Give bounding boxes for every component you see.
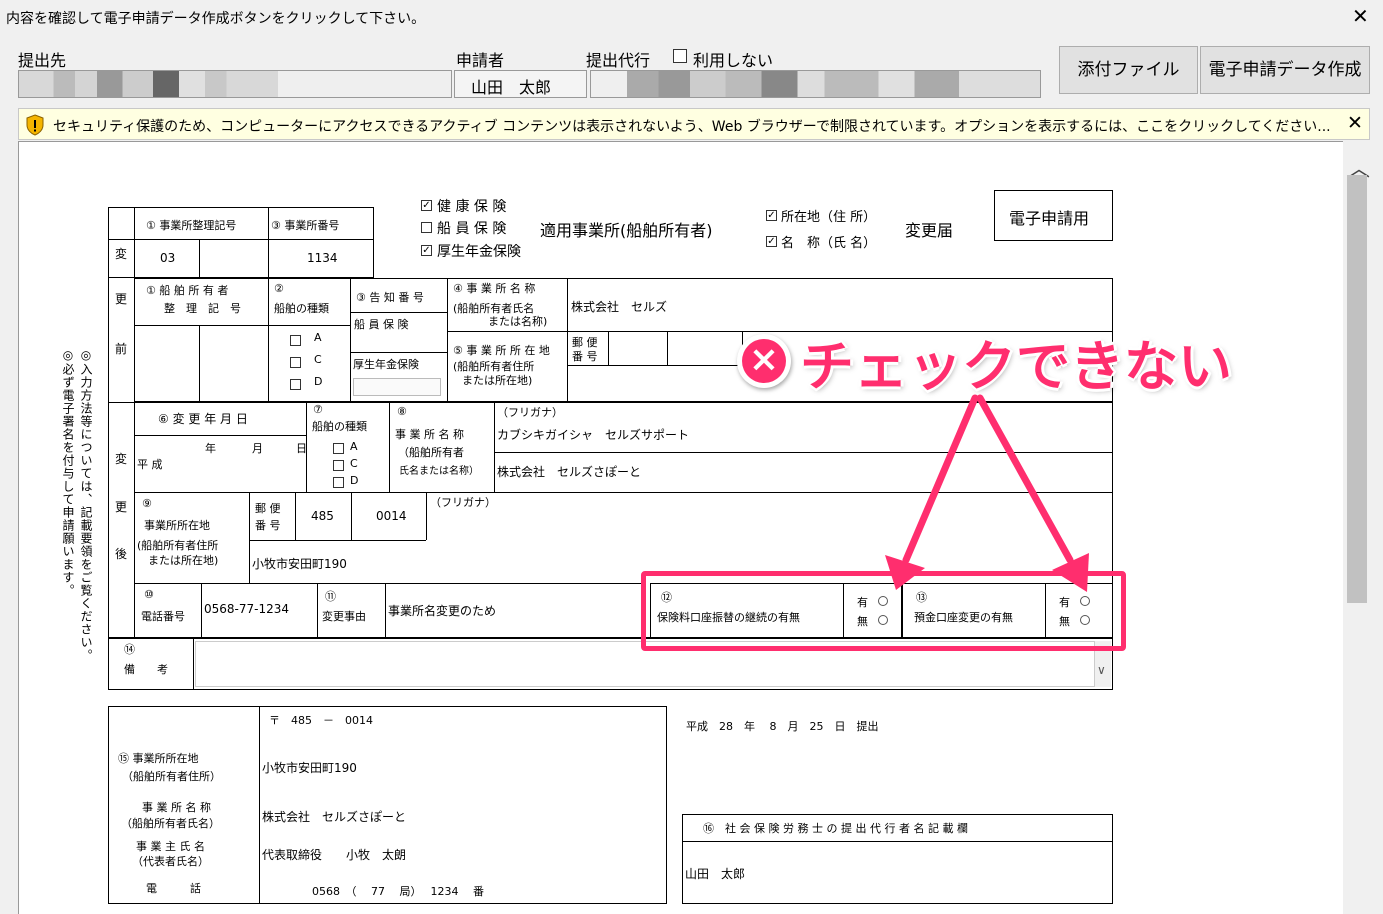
annotation-arrows: [885, 394, 1089, 592]
